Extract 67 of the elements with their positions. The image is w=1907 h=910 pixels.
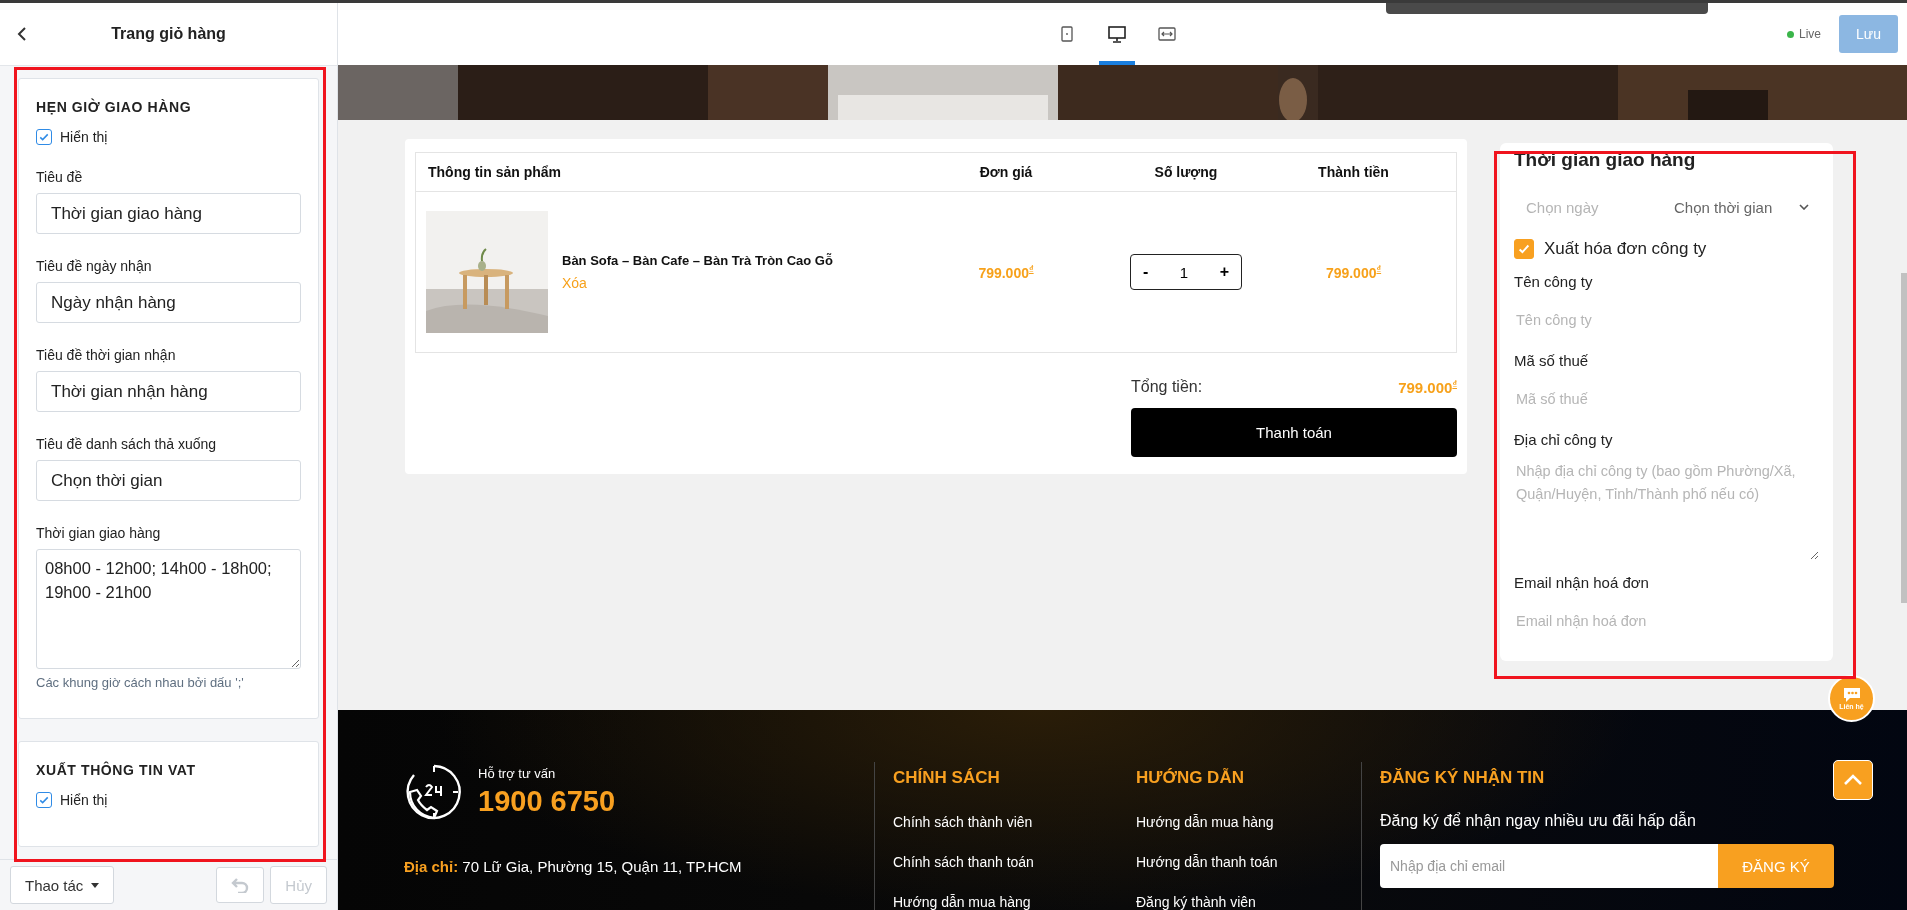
increase-button[interactable]: + (1219, 263, 1229, 281)
panel-title: Trang giỏ hàng (110, 25, 227, 43)
chevron-down-icon (1799, 204, 1809, 210)
phone-icon (1061, 26, 1074, 42)
hotline-number: 1900 6750 (478, 785, 616, 818)
scroll-top-button[interactable] (1833, 760, 1873, 800)
field-label: Tiêu đề danh sách thả xuống (36, 436, 218, 452)
footer-link[interactable]: Hướng dẫn thanh toán (1136, 854, 1361, 870)
checkbox-label: Xuất hóa đơn công ty (1544, 239, 1707, 259)
checkbox-label: Hiển thị (60, 129, 108, 145)
expand-width-icon (1158, 27, 1177, 41)
field-label: Địa chỉ công ty (1514, 431, 1614, 448)
quantity-value: 1 (1179, 263, 1189, 281)
field-label: Thời gian giao hàng (36, 525, 162, 541)
status-dot (1787, 30, 1794, 38)
email-field[interactable]: Nhập địa chỉ email (1380, 844, 1718, 888)
column-header: Đơn giá (978, 164, 1034, 180)
address-text: Địa chỉ: 70 Lữ Gia, Phường 15, Quận 11, TP.HCM (404, 858, 743, 875)
section-heading: XUẤT THÔNG TIN VAT (36, 762, 197, 778)
decrease-button[interactable]: - (1143, 263, 1149, 281)
footer-link[interactable]: Hướng dẫn mua hàng (893, 894, 1118, 910)
checkbox[interactable] (36, 792, 52, 808)
checkbox[interactable] (36, 129, 52, 145)
footer-link[interactable]: Chính sách thanh toán (893, 854, 1118, 870)
footer-link[interactable]: Hướng dẫn mua hàng (1136, 814, 1361, 830)
footer-heading: CHÍNH SÁCH (893, 768, 1001, 788)
status-text: Live (1799, 27, 1821, 41)
footer-link[interactable]: Đăng ký thành viên (1136, 894, 1361, 910)
footer-heading: ĐĂNG KÝ NHẬN TIN (1380, 768, 1546, 788)
line-total: 799.000$^{₫}$ (1324, 263, 1383, 281)
field-label: Tên công ty (1514, 273, 1594, 290)
chat-icon (1841, 687, 1862, 703)
field-label: Email nhận hoá đơn (1514, 574, 1650, 591)
checkbox[interactable] (1514, 239, 1534, 259)
checkbox-label: Hiển thị (60, 792, 108, 808)
input-field[interactable]: Thời gian giao hàng (36, 193, 301, 234)
caret-icon (91, 882, 100, 888)
text-area[interactable]: 08h00 - 12h00; 14h00 - 18h00; 19h00 - 21h00 (36, 549, 301, 669)
input-field[interactable]: Thời gian nhận hàng (36, 371, 301, 412)
unit-price: 799.000$^{₫}$ (977, 263, 1035, 281)
input-field[interactable]: Chọn thời gian (36, 460, 301, 501)
check-icon (38, 131, 50, 143)
checkout-button[interactable]: Thanh toán (1131, 408, 1457, 457)
section-heading: HẸN GIỜ GIAO HÀNG (36, 99, 193, 115)
time-dropdown[interactable]: Chọn thời gian (1674, 198, 1819, 216)
field-label: Tiêu đề (36, 169, 84, 185)
input-field[interactable]: Ngày nhận hàng (36, 282, 301, 323)
newsletter-text: Đăng ký để nhận ngay nhiều ưu đãi hấp dẫn (1380, 812, 1697, 830)
total-label: Tổng tiền: (1131, 378, 1203, 396)
footer-heading: HƯỚNG DẪN (1136, 768, 1245, 788)
support-label: Hỗ trợ tư vấn (478, 766, 557, 781)
field-label: Mã số thuế (1514, 352, 1590, 369)
chevron-up-icon (1843, 774, 1863, 786)
monitor-icon (1108, 25, 1127, 43)
column-header: Số lượng (1153, 164, 1219, 180)
column-header: Thành tiền (1317, 164, 1390, 180)
column-header: Thông tin sản phẩm (427, 164, 562, 180)
actions-dropdown[interactable]: Thao tác (10, 866, 115, 904)
help-text: Các khung giờ cách nhau bởi dấu ';' (36, 675, 245, 690)
footer-link[interactable]: Chính sách thành viên (893, 814, 1118, 830)
product-name: Bàn Sofa – Bàn Cafe – Bàn Trà Tròn Cao Gỗ (562, 252, 833, 268)
check-icon (1517, 242, 1531, 256)
total-amount: 799.000$^{₫}$ (1398, 378, 1457, 396)
field-label: Tiêu đề ngày nhận (36, 258, 153, 274)
field-label: Tiêu đề thời gian nhận (36, 347, 177, 363)
undo-icon (231, 877, 250, 893)
check-icon (38, 794, 50, 806)
